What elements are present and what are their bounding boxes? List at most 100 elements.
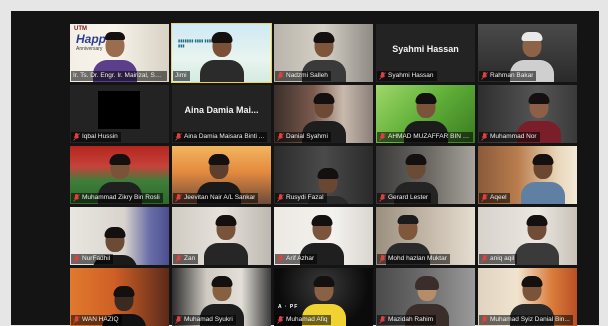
blank-video: [98, 91, 140, 129]
participant-tile[interactable]: Mazidah Rahim: [376, 268, 475, 326]
participant-name: Ir. Ts. Dr. Engr. Ir. Mairizal, ST, MT, …: [73, 72, 164, 79]
participant-name: Mohd hazlan Muktar: [388, 255, 447, 262]
participant-nameplate: Aina Damia Maisara Binti ...: [173, 132, 268, 142]
muted-mic-icon: [379, 133, 386, 141]
participant-nameplate: Jimi: [173, 71, 190, 81]
participant-nameplate: aniq aqil: [479, 254, 518, 264]
muted-mic-icon: [175, 316, 182, 324]
participant-name: Zan: [184, 255, 196, 262]
participant-tile[interactable]: Muhammad Nor: [478, 85, 577, 143]
muted-mic-icon: [73, 255, 80, 263]
participant-tile-active-speaker[interactable]: ▮▮▮▮▮▮▮ ▮▮▮▮ ▮▮▮▮▮▮ ▮▮▮ Jimi: [171, 23, 272, 83]
participant-tile[interactable]: Danial Syahmi: [274, 85, 373, 143]
participant-tile[interactable]: Muhammad Zikry Bin Rosli: [70, 146, 169, 204]
muted-mic-icon: [73, 194, 80, 202]
participant-tile[interactable]: Rahman Bakar: [478, 24, 577, 82]
participant-tile[interactable]: Zan: [172, 207, 271, 265]
participant-tile[interactable]: AHMAD MUZAFFAR BIN M...: [376, 85, 475, 143]
participant-nameplate: Muhamad Syukri: [173, 315, 236, 325]
participant-nameplate: Gerard Lester: [377, 193, 432, 203]
participant-name: Muhamad Syukri: [184, 316, 233, 323]
participant-tile-video-off[interactable]: Syahmi Hassan Syahmi Hassan: [376, 24, 475, 82]
muted-mic-icon: [481, 255, 488, 263]
participant-tile[interactable]: A · PF Muhamad Afiq: [274, 268, 373, 326]
participant-name: Iqbal Hussin: [82, 133, 118, 140]
participant-name: Aqeel: [490, 194, 507, 201]
hijab: [415, 276, 440, 290]
muted-mic-icon: [277, 316, 284, 324]
participant-tile[interactable]: Gerard Lester: [376, 146, 475, 204]
muted-mic-icon: [277, 255, 284, 263]
participant-tile[interactable]: Mohd hazlan Muktar: [376, 207, 475, 265]
participant-name: Jimi: [175, 72, 187, 79]
participant-tile[interactable]: Jeevitan Nair A/L Sankar: [172, 146, 271, 204]
participant-tile[interactable]: aniq aqil: [478, 207, 577, 265]
video-gallery-window: UTM Happy Anniversary Ir. Ts. Dr. Engr. …: [11, 11, 599, 326]
participant-nameplate: Nadzmi Salleh: [275, 71, 331, 81]
participant-name: Gerard Lester: [388, 194, 429, 201]
participant-tile[interactable]: Arif Azhar: [274, 207, 373, 265]
participant-name: Rahman Bakar: [490, 72, 534, 79]
participant-tile[interactable]: WAN HAZIQ: [70, 268, 169, 326]
participant-name: Nadzmi Salleh: [286, 72, 328, 79]
muted-mic-icon: [481, 316, 488, 324]
muted-mic-icon: [175, 255, 182, 263]
participant-nameplate: Muhammad Nor: [479, 132, 540, 142]
participant-tile[interactable]: Nadzmi Salleh: [274, 24, 373, 82]
participant-tile[interactable]: Muhamad Syukri: [172, 268, 271, 326]
muted-mic-icon: [379, 316, 386, 324]
participant-name: Syahmi Hassan: [388, 72, 434, 79]
muted-mic-icon: [481, 72, 488, 80]
muted-mic-icon: [73, 133, 80, 141]
participant-nameplate: Zan: [173, 254, 199, 264]
participant-nameplate: WAN HAZIQ: [71, 315, 122, 325]
participant-tile[interactable]: Iqbal Hussin: [70, 85, 169, 143]
muted-mic-icon: [175, 194, 182, 202]
participant-nameplate: NurFadhil: [71, 254, 114, 264]
participant-nameplate: Muhamad Afiq: [275, 315, 331, 325]
participant-name: aniq aqil: [490, 255, 515, 262]
participant-video: [515, 215, 560, 265]
participant-tile[interactable]: NurFadhil: [70, 207, 169, 265]
muted-mic-icon: [379, 255, 386, 263]
participant-name: Danial Syahmi: [286, 133, 328, 140]
skullcap: [521, 32, 543, 41]
participant-name: Muhamad Syiz Danial Bin...: [490, 316, 570, 323]
participant-nameplate: Muhamad Syiz Danial Bin...: [479, 315, 573, 325]
muted-mic-icon: [481, 133, 488, 141]
participant-name: Rusydi Fazal: [286, 194, 324, 201]
participant-nameplate: Rusydi Fazal: [275, 193, 327, 203]
participant-nameplate: Aqeel: [479, 193, 510, 203]
background-logo-text: A · PF: [278, 304, 299, 310]
participant-video: [199, 32, 244, 82]
participant-video: [204, 215, 249, 265]
participant-tile[interactable]: Rusydi Fazal: [274, 146, 373, 204]
participant-name: WAN HAZIQ: [82, 316, 119, 323]
participant-name: AHMAD MUZAFFAR BIN M...: [388, 133, 470, 140]
participant-nameplate: Arif Azhar: [275, 254, 318, 264]
participant-name: Arif Azhar: [286, 255, 315, 262]
muted-mic-icon: [73, 316, 80, 324]
muted-mic-icon: [277, 72, 284, 80]
participant-tile[interactable]: Aqeel: [478, 146, 577, 204]
participant-name: Jeevitan Nair A/L Sankar: [184, 194, 256, 201]
participant-name: NurFadhil: [82, 255, 111, 262]
muted-mic-icon: [379, 72, 386, 80]
muted-mic-icon: [175, 133, 182, 141]
participant-display-name: Aina Damia Mai...: [184, 105, 259, 115]
participant-display-name: Syahmi Hassan: [392, 44, 459, 54]
participant-tile[interactable]: Muhamad Syiz Danial Bin...: [478, 268, 577, 326]
participant-nameplate: AHMAD MUZAFFAR BIN M...: [377, 132, 473, 142]
participant-grid: UTM Happy Anniversary Ir. Ts. Dr. Engr. …: [70, 23, 583, 326]
participant-nameplate: Danial Syahmi: [275, 132, 331, 142]
participant-name: Muhamad Afiq: [286, 316, 328, 323]
muted-mic-icon: [277, 194, 284, 202]
participant-tile[interactable]: UTM Happy Anniversary Ir. Ts. Dr. Engr. …: [70, 24, 169, 82]
participant-name: Aina Damia Maisara Binti ...: [184, 133, 265, 140]
participant-name: Muhammad Zikry Bin Rosli: [82, 194, 160, 201]
participant-tile-video-off[interactable]: Aina Damia Mai... Aina Damia Maisara Bin…: [172, 85, 271, 143]
participant-name: Mazidah Rahim: [388, 316, 434, 323]
participant-nameplate: Ir. Ts. Dr. Engr. Ir. Mairizal, ST, MT, …: [71, 71, 167, 81]
participant-nameplate: Mazidah Rahim: [377, 315, 437, 325]
participant-video: [521, 154, 566, 204]
